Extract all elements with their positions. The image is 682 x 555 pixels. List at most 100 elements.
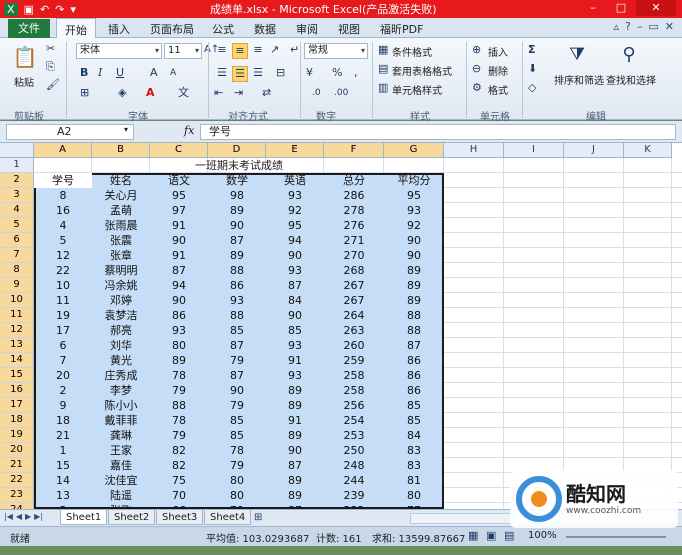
row-header[interactable]: 2: [0, 173, 34, 188]
data-cell[interactable]: 92: [384, 218, 444, 233]
data-cell[interactable]: 冯余姚: [92, 278, 150, 293]
select-all-corner[interactable]: [0, 143, 34, 158]
data-cell[interactable]: 98: [208, 188, 266, 203]
minimize-button[interactable]: –: [580, 0, 606, 16]
data-cell[interactable]: 93: [384, 203, 444, 218]
zoom-level[interactable]: 100%: [528, 530, 557, 541]
prev-sheet-icon[interactable]: ◀: [16, 512, 22, 521]
data-cell[interactable]: 91: [266, 413, 324, 428]
data-cell[interactable]: 87: [266, 458, 324, 473]
data-cell[interactable]: 87: [208, 338, 266, 353]
data-cell[interactable]: 80: [384, 488, 444, 503]
currency-icon[interactable]: ¥: [306, 66, 313, 80]
undo-icon[interactable]: ↶: [40, 3, 49, 16]
data-cell[interactable]: 82: [150, 458, 208, 473]
data-cell[interactable]: 276: [324, 218, 384, 233]
data-cell[interactable]: 关心月: [92, 188, 150, 203]
data-cell[interactable]: 沈佳宜: [92, 473, 150, 488]
data-cell[interactable]: 79: [150, 428, 208, 443]
borders-icon[interactable]: ⊞: [80, 86, 89, 100]
data-cell[interactable]: 90: [208, 218, 266, 233]
data-cell[interactable]: 22: [34, 263, 92, 278]
data-cell[interactable]: 7: [34, 353, 92, 368]
data-cell[interactable]: 270: [324, 248, 384, 263]
row-header[interactable]: 1: [0, 158, 34, 173]
data-cell[interactable]: 83: [384, 443, 444, 458]
data-cell[interactable]: 89: [208, 248, 266, 263]
data-cell[interactable]: 93: [208, 293, 266, 308]
data-cell[interactable]: 263: [324, 323, 384, 338]
data-cell[interactable]: 90: [208, 383, 266, 398]
row-header[interactable]: 4: [0, 203, 34, 218]
number-format-select[interactable]: 常规 ▾: [304, 43, 368, 59]
table-format-button[interactable]: 套用表格格式: [392, 63, 452, 78]
insert-cells-icon[interactable]: ⊕: [472, 43, 481, 57]
row-header[interactable]: 22: [0, 473, 34, 488]
conditional-format-icon[interactable]: ▦: [378, 43, 388, 57]
doc-close-icon[interactable]: ✕: [665, 20, 674, 33]
paste-icon[interactable]: 📋: [12, 42, 38, 72]
table-format-icon[interactable]: ▤: [378, 62, 388, 76]
increase-decimal-icon[interactable]: .0: [312, 86, 321, 100]
data-cell[interactable]: 11: [34, 293, 92, 308]
formula-input[interactable]: 学号: [200, 124, 676, 140]
font-size-select[interactable]: 11 ▾: [164, 43, 202, 59]
insert-function-button[interactable]: fx: [184, 124, 194, 137]
doc-minimize-icon[interactable]: –: [637, 20, 643, 33]
copy-icon[interactable]: ⎘: [46, 60, 55, 74]
insert-cells-button[interactable]: 插入: [488, 44, 508, 59]
column-header-f[interactable]: F: [324, 143, 384, 158]
wrap-text-icon[interactable]: ↵: [290, 43, 299, 57]
data-cell[interactable]: 90: [150, 233, 208, 248]
comma-button[interactable]: ,: [354, 66, 358, 80]
sheet-tab-1[interactable]: Sheet1: [60, 510, 108, 525]
row-header[interactable]: 10: [0, 293, 34, 308]
data-cell[interactable]: 90: [150, 293, 208, 308]
name-box[interactable]: A2: [6, 124, 134, 140]
data-cell[interactable]: 93: [266, 368, 324, 383]
page-break-view-icon[interactable]: ▤: [504, 529, 514, 543]
data-cell[interactable]: 95: [384, 188, 444, 203]
data-cell[interactable]: 267: [324, 278, 384, 293]
data-cell[interactable]: 93: [150, 323, 208, 338]
format-painter-icon[interactable]: 🖌: [46, 78, 60, 92]
new-sheet-icon[interactable]: ⊞: [254, 511, 262, 525]
align-middle-icon[interactable]: ≡: [232, 43, 248, 59]
data-cell[interactable]: 陆遥: [92, 488, 150, 503]
data-cell[interactable]: 10: [34, 278, 92, 293]
header-cell[interactable]: 学号: [34, 173, 92, 188]
tab-formulas[interactable]: 公式: [212, 21, 234, 37]
sheet-tab-3[interactable]: Sheet3: [156, 510, 204, 525]
data-cell[interactable]: 85: [208, 323, 266, 338]
data-cell[interactable]: 264: [324, 308, 384, 323]
data-cell[interactable]: 李梦: [92, 383, 150, 398]
data-cell[interactable]: 19: [34, 308, 92, 323]
data-cell[interactable]: 93: [266, 263, 324, 278]
data-cell[interactable]: 286: [324, 188, 384, 203]
row-header[interactable]: 15: [0, 368, 34, 383]
row-header[interactable]: 21: [0, 458, 34, 473]
merge-center-icon[interactable]: ⊟: [276, 66, 285, 80]
find-select-button[interactable]: 查找和选择: [606, 72, 656, 87]
increase-indent-icon[interactable]: ⇥: [234, 86, 243, 100]
row-header[interactable]: 5: [0, 218, 34, 233]
help-icon[interactable]: ?: [625, 20, 631, 33]
row-header[interactable]: 6: [0, 233, 34, 248]
data-cell[interactable]: 79: [208, 458, 266, 473]
sheet-tab-2[interactable]: Sheet2: [108, 510, 156, 525]
paste-button[interactable]: 粘贴: [14, 74, 34, 89]
cell-styles-button[interactable]: 单元格样式: [392, 82, 442, 97]
data-cell[interactable]: 79: [208, 398, 266, 413]
data-cell[interactable]: 庄秀成: [92, 368, 150, 383]
row-header[interactable]: 14: [0, 353, 34, 368]
data-cell[interactable]: 83: [384, 458, 444, 473]
data-cell[interactable]: 82: [150, 443, 208, 458]
data-cell[interactable]: 93: [266, 338, 324, 353]
data-cell[interactable]: 蔡明明: [92, 263, 150, 278]
header-cell[interactable]: 数学: [208, 173, 266, 188]
data-cell[interactable]: 18: [34, 413, 92, 428]
data-cell[interactable]: 85: [208, 413, 266, 428]
data-cell[interactable]: 89: [266, 398, 324, 413]
clear-icon[interactable]: ◇: [528, 81, 536, 95]
data-cell[interactable]: 75: [150, 473, 208, 488]
